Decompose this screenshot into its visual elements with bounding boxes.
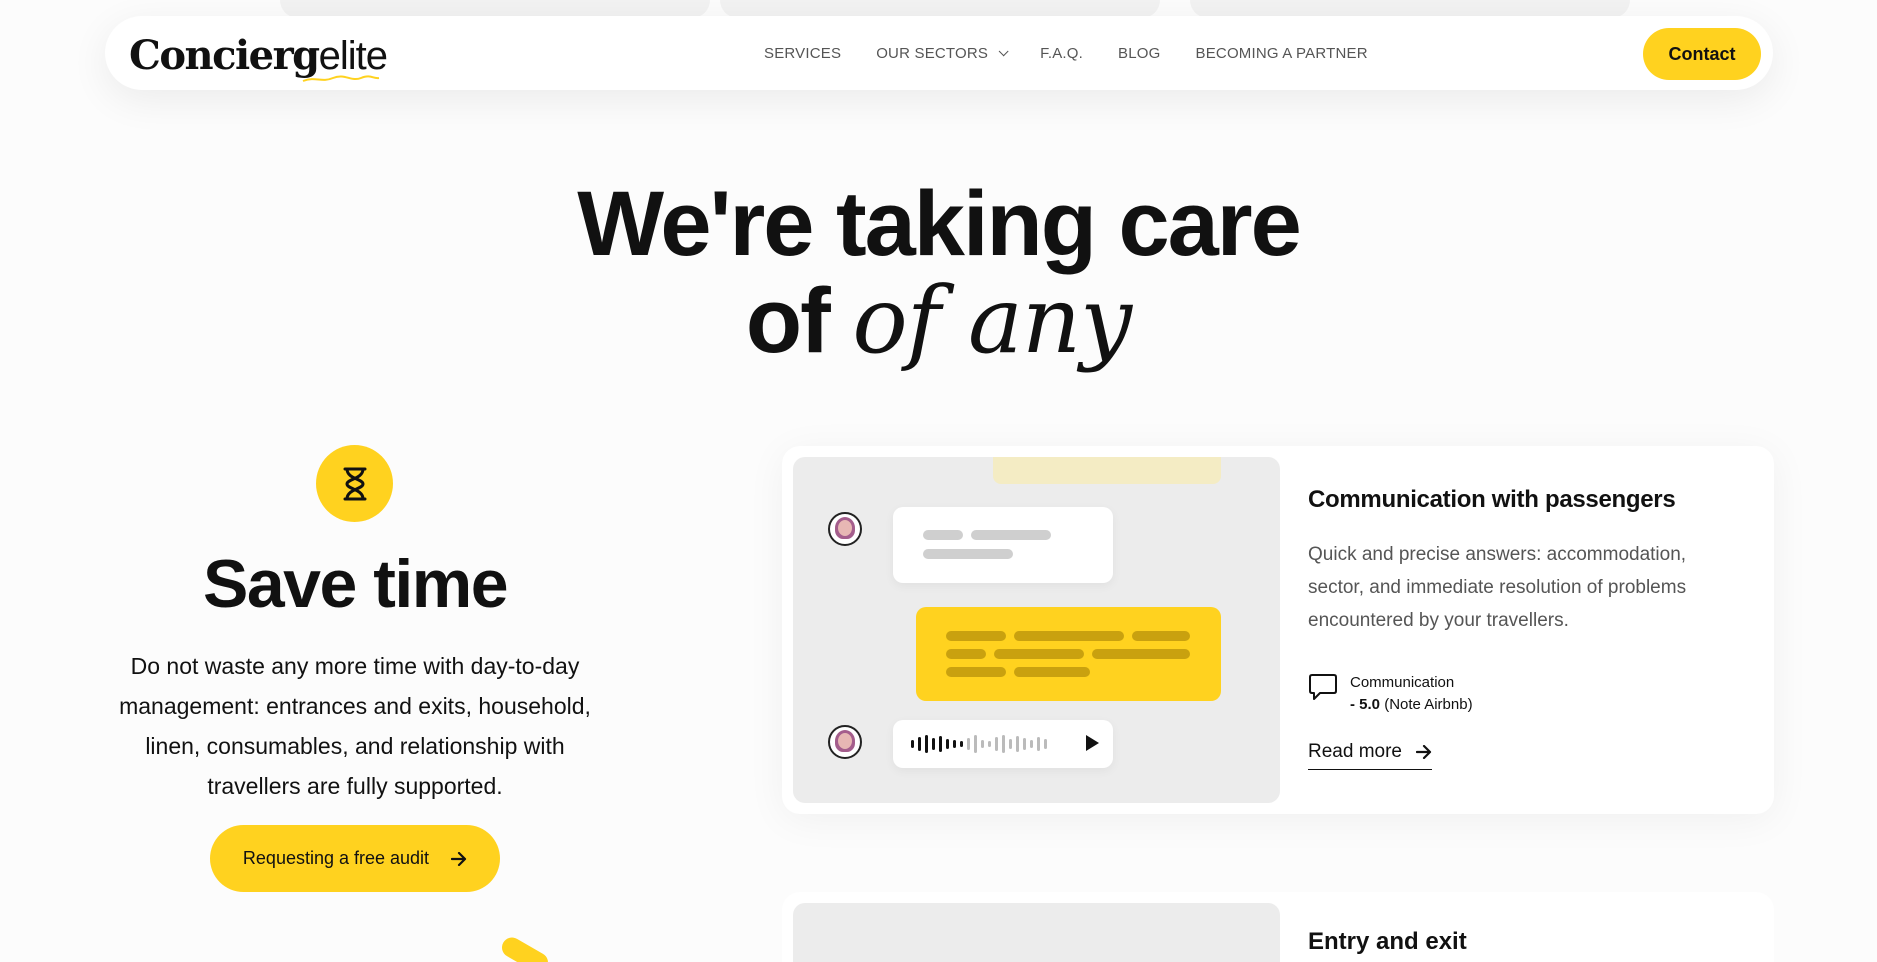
nav-becoming-partner[interactable]: BECOMING A PARTNER: [1196, 45, 1368, 62]
logo-text-bold: Concierg: [129, 32, 320, 79]
arrow-right-icon: [1416, 745, 1432, 759]
nav-label: F.A.Q.: [1040, 44, 1084, 62]
hourglass-badge: [316, 445, 393, 522]
message-bubble-incoming: [893, 507, 1113, 583]
arrow-right-icon: [451, 851, 467, 866]
hero-title-line2: of of any: [0, 273, 1877, 369]
avatar: [828, 725, 862, 759]
rating-prefix: -: [1350, 696, 1360, 713]
nav-blog[interactable]: BLOG: [1118, 45, 1160, 62]
contact-button[interactable]: Contact: [1643, 28, 1761, 80]
voice-message-bubble: [893, 720, 1113, 768]
hourglass-icon: [343, 467, 366, 500]
feature-description: Do not waste any more time with day-to-d…: [119, 653, 591, 799]
hero-title-prefix: of: [745, 269, 853, 372]
waveform: [911, 733, 1047, 755]
nav-our-sectors[interactable]: OUR SECTORS: [876, 44, 1009, 62]
chat-bubble-icon: [1309, 674, 1337, 700]
rating-label: Communication: [1350, 674, 1455, 691]
feature-title: Save time: [202, 546, 509, 622]
nav-label: SERVICES: [764, 44, 842, 62]
hero: We're taking care of of any: [0, 173, 1877, 369]
request-audit-label: Requesting a free audit: [242, 848, 430, 868]
service-card: Communication with passengers Quick and …: [782, 446, 1774, 814]
service-card: Entry and exit: [782, 892, 1774, 962]
hero-title-italic: of any: [852, 266, 1132, 374]
rating-source: (Note Airbnb): [1380, 696, 1473, 713]
chat-illustration: [793, 457, 1280, 803]
rating: Communication - 5.0 (Note Airbnb): [1308, 672, 1473, 716]
card-title: Entry and exit: [1308, 928, 1467, 955]
logo-text-light: elite: [318, 34, 388, 78]
decorative-shape: [498, 933, 552, 962]
chevron-down-icon: [998, 45, 1009, 56]
main-nav: SERVICES OUR SECTORS F.A.Q. BLOG BECOMIN…: [764, 16, 1403, 90]
avatar: [828, 512, 862, 546]
message-bubble-outgoing: [916, 607, 1221, 701]
decorative-tab: [993, 457, 1221, 484]
request-audit-button[interactable]: Requesting a free audit: [210, 825, 500, 892]
play-icon: [1086, 735, 1099, 751]
card-illustration: [793, 903, 1280, 962]
read-more-label: Read more: [1308, 741, 1402, 762]
nav-faq[interactable]: F.A.Q.: [1040, 45, 1083, 62]
site-header: Conciergelite SERVICES OUR SECTORS F.A.Q…: [105, 16, 1773, 90]
nav-label: OUR SECTORS: [876, 44, 989, 62]
nav-label: BECOMING A PARTNER: [1195, 44, 1368, 62]
nav-label: BLOG: [1118, 44, 1161, 62]
card-description: Quick and precise answers: accommodation…: [1308, 544, 1687, 631]
logo[interactable]: Conciergelite: [129, 26, 388, 86]
hero-title-line1: We're taking care: [577, 173, 1302, 275]
logo-underline-squiggle: [302, 75, 380, 82]
read-more-link[interactable]: Read more: [1308, 741, 1432, 770]
rating-value: 5.0: [1359, 696, 1381, 713]
nav-services[interactable]: SERVICES: [764, 45, 841, 62]
card-title: Communication with passengers: [1308, 486, 1676, 513]
